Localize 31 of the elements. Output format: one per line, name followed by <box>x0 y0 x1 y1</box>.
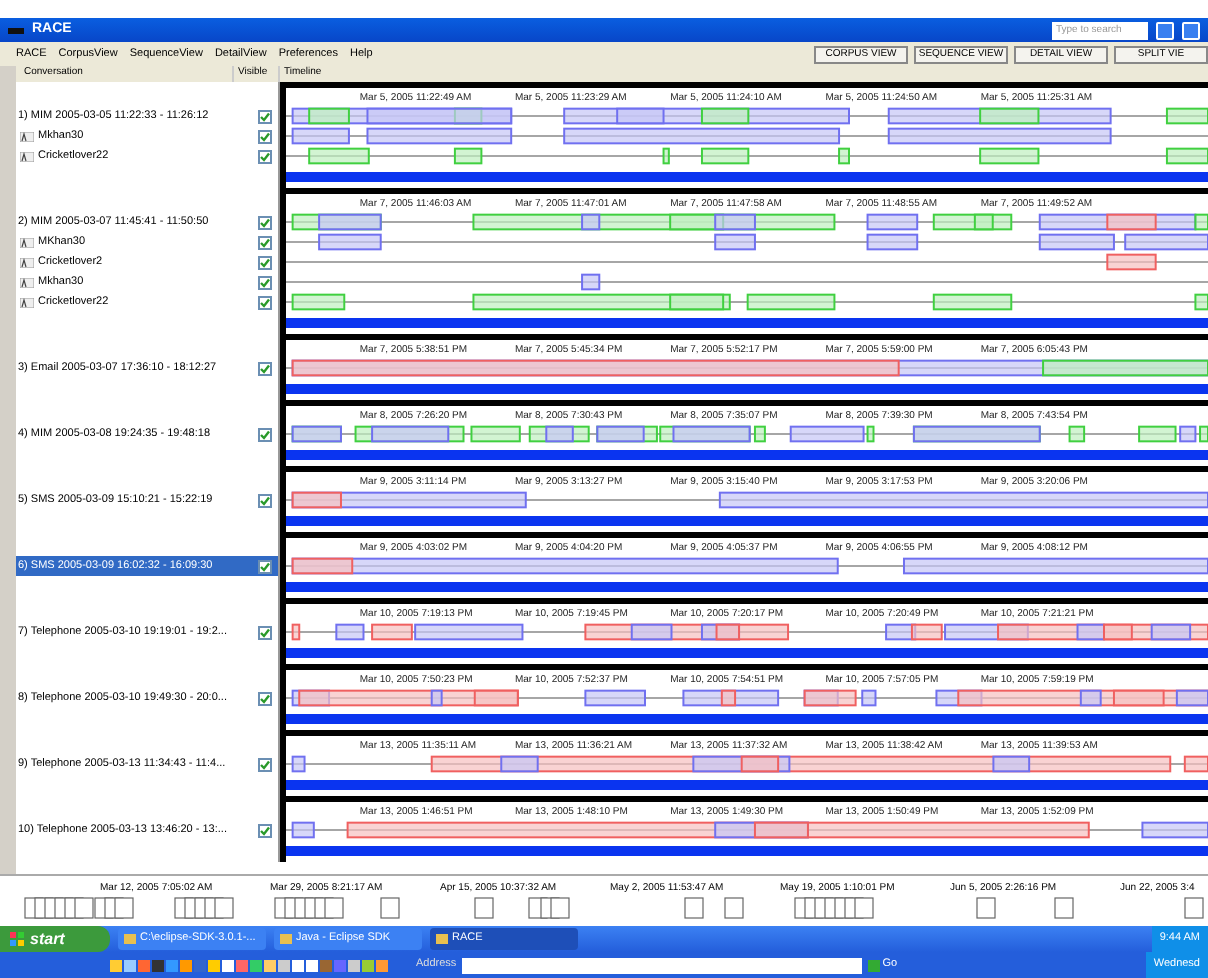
visible-checkbox[interactable] <box>258 427 272 441</box>
user-icon <box>20 277 34 287</box>
visible-checkbox[interactable] <box>258 361 272 375</box>
window-icon <box>436 934 448 944</box>
visible-checkbox[interactable] <box>258 215 272 229</box>
app-icon <box>8 25 24 35</box>
start-button[interactable]: start <box>0 926 110 952</box>
visible-checkbox[interactable] <box>258 149 272 163</box>
user-icon <box>20 151 34 161</box>
visible-checkbox[interactable] <box>258 109 272 123</box>
user-icon <box>20 297 34 307</box>
user-icon <box>20 257 34 267</box>
visible-checkbox[interactable] <box>258 493 272 507</box>
visible-checkbox[interactable] <box>258 255 272 269</box>
user-icon <box>20 237 34 247</box>
window-icon <box>280 934 292 944</box>
address-field[interactable] <box>462 957 863 973</box>
visible-checkbox[interactable] <box>258 129 272 143</box>
visible-checkbox[interactable] <box>258 625 272 639</box>
visible-checkbox[interactable] <box>258 235 272 249</box>
visible-checkbox[interactable] <box>258 295 272 309</box>
restore-button[interactable] <box>1182 21 1200 39</box>
windows-logo-icon <box>10 932 24 946</box>
minimize-button[interactable] <box>1156 21 1174 39</box>
visible-checkbox[interactable] <box>258 757 272 771</box>
visible-checkbox[interactable] <box>258 691 272 705</box>
visible-checkbox[interactable] <box>258 823 272 837</box>
user-icon <box>20 131 34 141</box>
visible-checkbox[interactable] <box>258 275 272 289</box>
visible-checkbox[interactable] <box>258 559 272 573</box>
window-icon <box>124 934 136 944</box>
